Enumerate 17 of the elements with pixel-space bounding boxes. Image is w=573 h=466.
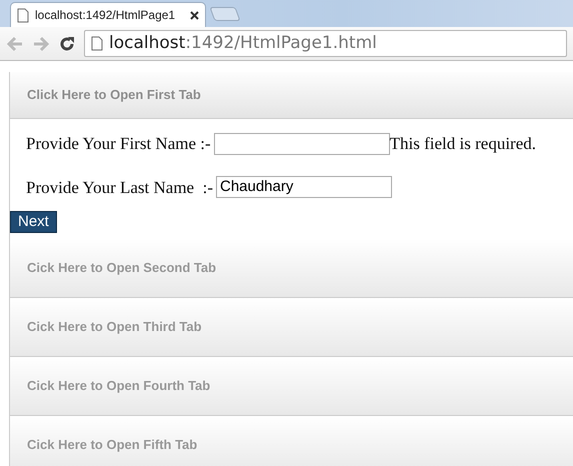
address-bar[interactable]: localhost:1492/HtmlPage1.html <box>84 30 567 57</box>
field-label: Provide Your Last Name :- <box>26 176 213 198</box>
reload-icon[interactable] <box>58 34 76 52</box>
field-label: Provide Your First Name :- <box>26 133 211 155</box>
text-field[interactable]: Chaudhary <box>216 176 392 198</box>
next-button[interactable]: Next <box>10 211 57 233</box>
url-text: localhost:1492/HtmlPage1.html <box>109 32 377 55</box>
accordion-header[interactable]: Click Here to Open First Tab <box>10 72 573 119</box>
new-tab-button[interactable] <box>209 7 241 21</box>
page-icon <box>91 36 103 51</box>
text-field[interactable] <box>214 132 390 155</box>
forward-icon[interactable] <box>32 36 50 52</box>
back-icon[interactable] <box>6 36 24 52</box>
error-message: This field is required. <box>390 133 536 155</box>
browser-tab[interactable]: localhost:1492/HtmlPage1 <box>10 2 206 27</box>
close-icon[interactable] <box>190 10 199 20</box>
page-icon <box>17 8 29 22</box>
